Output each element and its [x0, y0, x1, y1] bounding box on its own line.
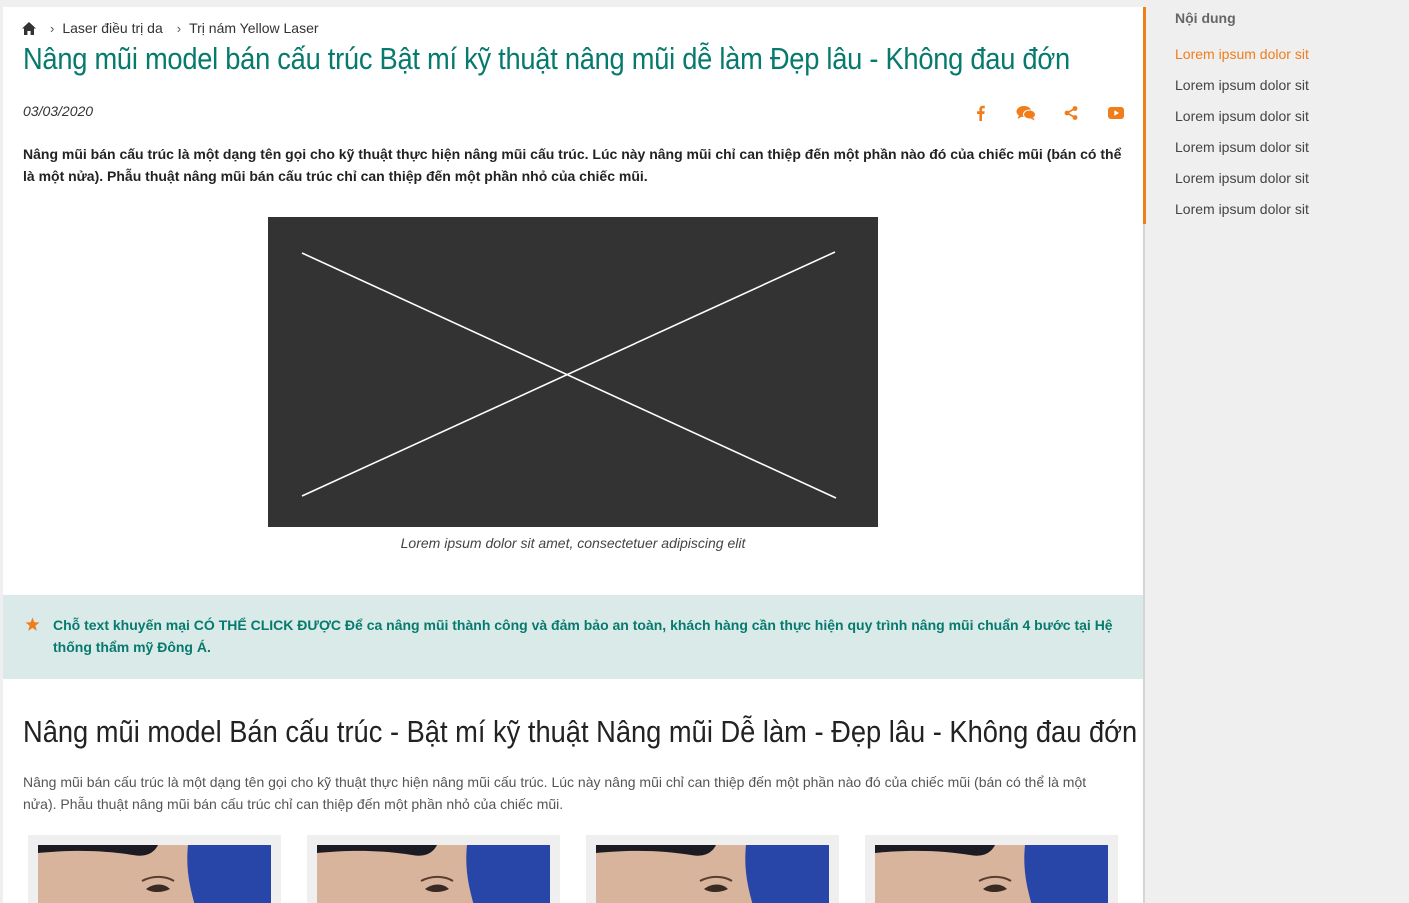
share-icon[interactable]	[1048, 103, 1093, 123]
toc-item[interactable]: Lorem ipsum dolor sit	[1175, 170, 1309, 201]
toc-item[interactable]: Lorem ipsum dolor sit	[1175, 46, 1309, 77]
share-bar	[958, 103, 1138, 123]
face-photo	[317, 845, 550, 903]
face-photo	[875, 845, 1108, 903]
article-title: Nâng mũi model bán cấu trúc Bật mí kỹ th…	[23, 41, 1070, 76]
thumbnail[interactable]	[28, 835, 281, 903]
thumbnail[interactable]	[865, 835, 1118, 903]
promo-text[interactable]: Chỗ text khuyến mại CÓ THỂ CLICK ĐƯỢC Để…	[53, 614, 1113, 658]
face-photo	[38, 845, 271, 903]
section-title: Nâng mũi model Bán cấu trúc - Bật mí kỹ …	[23, 714, 1138, 749]
breadcrumb: › Laser điều trị da › Trị nám Yellow Las…	[22, 19, 333, 37]
image-caption: Lorem ipsum dolor sit amet, consectetuer…	[400, 535, 746, 551]
star-icon	[25, 617, 40, 632]
toc-item[interactable]: Lorem ipsum dolor sit	[1175, 77, 1309, 108]
face-photo	[596, 845, 829, 903]
breadcrumb-item-yellow-laser[interactable]: Trị nám Yellow Laser	[189, 20, 318, 36]
youtube-icon[interactable]	[1093, 103, 1138, 123]
article-main: › Laser điều trị da › Trị nám Yellow Las…	[3, 7, 1143, 903]
page: › Laser điều trị da › Trị nám Yellow Las…	[0, 0, 1409, 903]
breadcrumb-item-laser[interactable]: Laser điều trị da	[62, 20, 162, 36]
thumbnail[interactable]	[307, 835, 560, 903]
toc-item[interactable]: Lorem ipsum dolor sit	[1175, 201, 1309, 232]
toc-item[interactable]: Lorem ipsum dolor sit	[1175, 108, 1309, 139]
toc-accent-bar	[1143, 7, 1146, 224]
thumbnail[interactable]	[586, 835, 839, 903]
article-lead: Nâng mũi bán cấu trúc là một dạng tên gọ…	[23, 146, 1122, 184]
thumbnail-row	[28, 835, 1128, 903]
section-body: Nâng mũi bán cấu trúc là một dạng tên gọ…	[23, 774, 1087, 812]
facebook-icon[interactable]	[958, 103, 1003, 123]
chevron-right-icon: ›	[176, 20, 182, 36]
image-placeholder	[268, 217, 878, 527]
promo-box[interactable]: Chỗ text khuyến mại CÓ THỂ CLICK ĐƯỢC Để…	[3, 595, 1143, 679]
toc-title: Nội dung	[1175, 10, 1236, 26]
toc-item[interactable]: Lorem ipsum dolor sit	[1175, 139, 1309, 170]
comment-icon[interactable]	[1003, 103, 1048, 123]
article-date: 03/03/2020	[23, 103, 94, 119]
home-icon[interactable]	[22, 21, 36, 35]
toc-list: Lorem ipsum dolor sit Lorem ipsum dolor …	[1175, 46, 1309, 232]
chevron-right-icon: ›	[50, 20, 55, 36]
toc-divider	[1143, 224, 1145, 903]
